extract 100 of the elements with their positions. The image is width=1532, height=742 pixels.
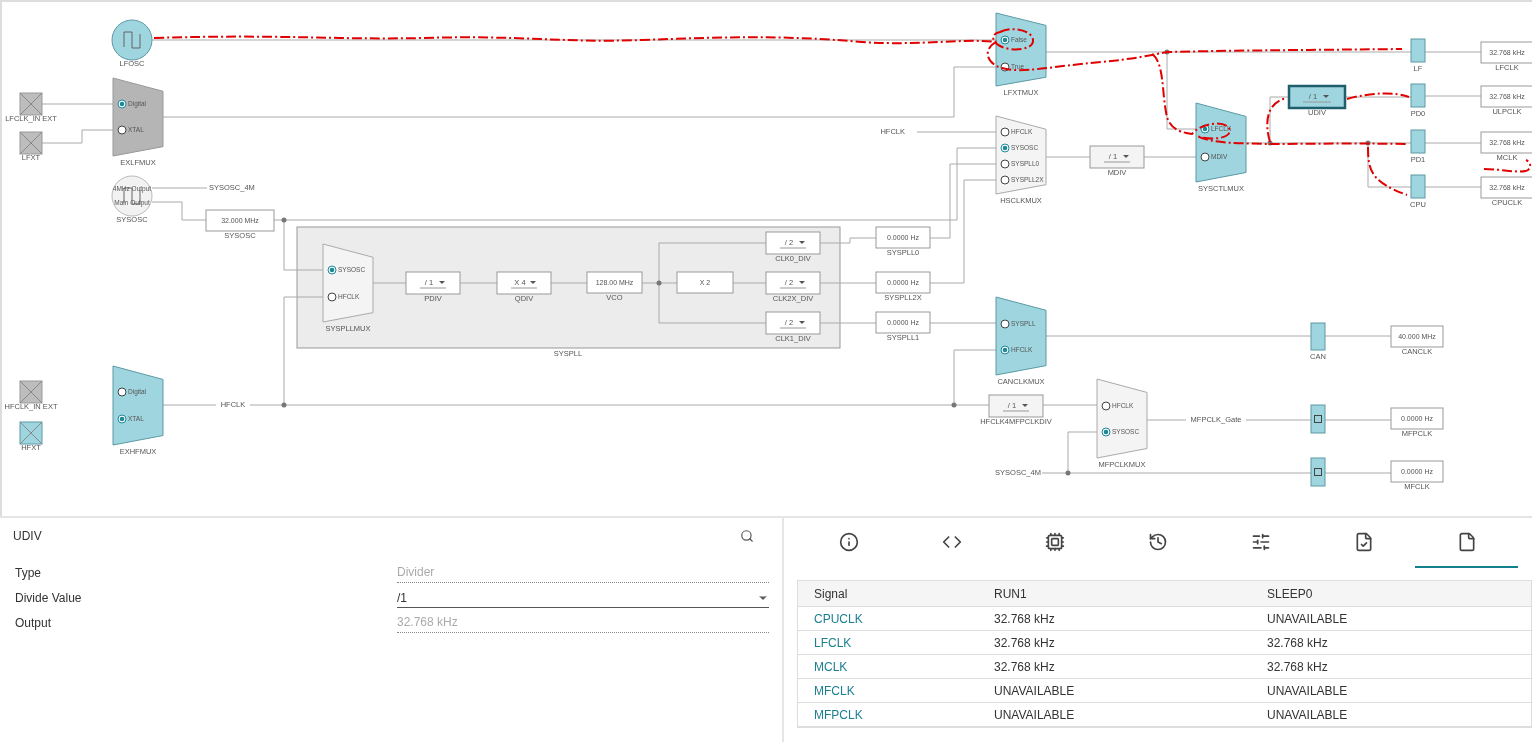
output-box[interactable] bbox=[1480, 176, 1532, 199]
radio-button[interactable] bbox=[1200, 152, 1210, 162]
oscillator-icon[interactable] bbox=[111, 175, 153, 217]
junction-dot bbox=[281, 402, 287, 408]
table-cell-text: 32.768 kHz bbox=[1267, 658, 1328, 676]
connector-line bbox=[1344, 96, 1412, 98]
pin-icon[interactable] bbox=[19, 380, 43, 404]
output-box[interactable] bbox=[1480, 131, 1532, 154]
table-cell-text: UNAVAILABLE bbox=[994, 682, 1076, 700]
connector-line bbox=[1424, 95, 1482, 97]
junction-dot bbox=[656, 280, 662, 286]
output-box[interactable] bbox=[1390, 407, 1444, 430]
radio-button[interactable] bbox=[117, 387, 127, 397]
connector-line bbox=[1042, 404, 1098, 406]
radio-button[interactable] bbox=[1200, 124, 1210, 134]
signal-link[interactable]: MFPCLK bbox=[814, 705, 994, 724]
mux-block[interactable] bbox=[1195, 102, 1247, 183]
connector-line bbox=[1424, 186, 1482, 188]
signal-link[interactable]: CPUCLK bbox=[814, 609, 994, 628]
radio-button[interactable] bbox=[117, 125, 127, 135]
radio-button[interactable] bbox=[1101, 401, 1111, 411]
junction-dot bbox=[1267, 140, 1273, 146]
connector-line bbox=[819, 282, 877, 284]
mux-block[interactable] bbox=[112, 77, 164, 157]
radio-button[interactable] bbox=[327, 292, 337, 302]
value-box[interactable] bbox=[875, 226, 931, 249]
signal-link[interactable]: MCLK bbox=[814, 657, 994, 676]
connector-line bbox=[819, 237, 877, 244]
table-cell-text: 32.768 kHz bbox=[994, 658, 1056, 676]
panel-title: UDIV bbox=[13, 528, 42, 545]
table-cell-text: UNAVAILABLE bbox=[1267, 610, 1348, 628]
value-box[interactable] bbox=[586, 271, 643, 294]
connector-line bbox=[1324, 335, 1392, 337]
field-label: Type bbox=[14, 565, 42, 582]
pin-icon[interactable] bbox=[19, 421, 43, 445]
radio-button[interactable] bbox=[1000, 175, 1010, 185]
field-label: Divide Value bbox=[14, 590, 83, 607]
info-icon bbox=[838, 532, 859, 552]
search-icon[interactable] bbox=[740, 529, 754, 543]
readonly-field: 32.768 kHz bbox=[397, 613, 769, 633]
radio-button[interactable] bbox=[117, 414, 127, 424]
connector-line bbox=[459, 282, 498, 284]
value-box[interactable] bbox=[676, 271, 734, 294]
radio-button[interactable] bbox=[1000, 127, 1010, 137]
connector-line bbox=[929, 322, 997, 324]
annotation-loop bbox=[992, 28, 1034, 51]
clock-gate[interactable] bbox=[1310, 404, 1326, 434]
table-cell-text: UNAVAILABLE bbox=[1267, 682, 1348, 700]
output-box[interactable] bbox=[1390, 460, 1444, 483]
clock-gate[interactable] bbox=[1310, 457, 1326, 487]
output-box[interactable] bbox=[1480, 41, 1532, 64]
junction-dot bbox=[1065, 470, 1071, 476]
signal-link[interactable]: MFCLK bbox=[814, 681, 994, 700]
annotation-line bbox=[1483, 159, 1532, 173]
radio-button[interactable] bbox=[1000, 345, 1010, 355]
table-cell-text: UNAVAILABLE bbox=[994, 706, 1076, 724]
column-header: Signal bbox=[813, 585, 849, 603]
table-cell-text: 32.768 kHz bbox=[1267, 634, 1328, 652]
chip-icon bbox=[1044, 532, 1065, 552]
radio-button[interactable] bbox=[117, 99, 127, 109]
connector-line bbox=[1143, 156, 1197, 158]
column-header: SLEEP0 bbox=[1267, 585, 1313, 603]
mux-block[interactable] bbox=[995, 115, 1047, 195]
pin-icon[interactable] bbox=[19, 131, 43, 155]
radio-button[interactable] bbox=[1000, 159, 1010, 169]
connector-line bbox=[732, 282, 767, 284]
connector-line bbox=[1245, 419, 1312, 421]
connector-line bbox=[550, 282, 588, 284]
column-header: RUN1 bbox=[994, 585, 1028, 603]
signal-link[interactable]: LFCLK bbox=[814, 633, 994, 652]
mux-block[interactable] bbox=[995, 12, 1047, 87]
field-label: Output bbox=[14, 615, 53, 632]
radio-button[interactable] bbox=[1000, 62, 1010, 72]
connector-line bbox=[1324, 472, 1392, 474]
pin-icon[interactable] bbox=[19, 92, 43, 116]
table-cell-text: 32.768 kHz bbox=[994, 634, 1056, 652]
radio-button[interactable] bbox=[1000, 319, 1010, 329]
junction-dot bbox=[951, 402, 957, 408]
table-cell-text: UNAVAILABLE bbox=[1267, 706, 1348, 724]
value-box[interactable] bbox=[875, 271, 931, 294]
connector-line bbox=[1424, 142, 1482, 144]
table-cell-text: 32.768 kHz bbox=[994, 610, 1056, 628]
divide-value-dropdown[interactable]: /1 bbox=[397, 588, 769, 608]
output-box[interactable] bbox=[1390, 325, 1444, 348]
radio-button[interactable] bbox=[1000, 143, 1010, 153]
connector-line bbox=[1424, 51, 1482, 53]
radio-button[interactable] bbox=[327, 265, 337, 275]
readonly-field: Divider bbox=[397, 563, 769, 583]
connector-line bbox=[819, 322, 877, 324]
oscillator-icon[interactable] bbox=[111, 19, 153, 61]
radio-button[interactable] bbox=[1000, 35, 1010, 45]
output-box[interactable] bbox=[1480, 85, 1532, 108]
junction-dot bbox=[1365, 140, 1371, 146]
radio-button[interactable] bbox=[1101, 427, 1111, 437]
connector-line bbox=[1324, 419, 1392, 421]
value-box[interactable] bbox=[205, 209, 275, 232]
value-box[interactable] bbox=[875, 311, 931, 334]
history-icon bbox=[1147, 532, 1168, 552]
junction-dot bbox=[1164, 49, 1170, 55]
connector-line bbox=[151, 201, 207, 221]
